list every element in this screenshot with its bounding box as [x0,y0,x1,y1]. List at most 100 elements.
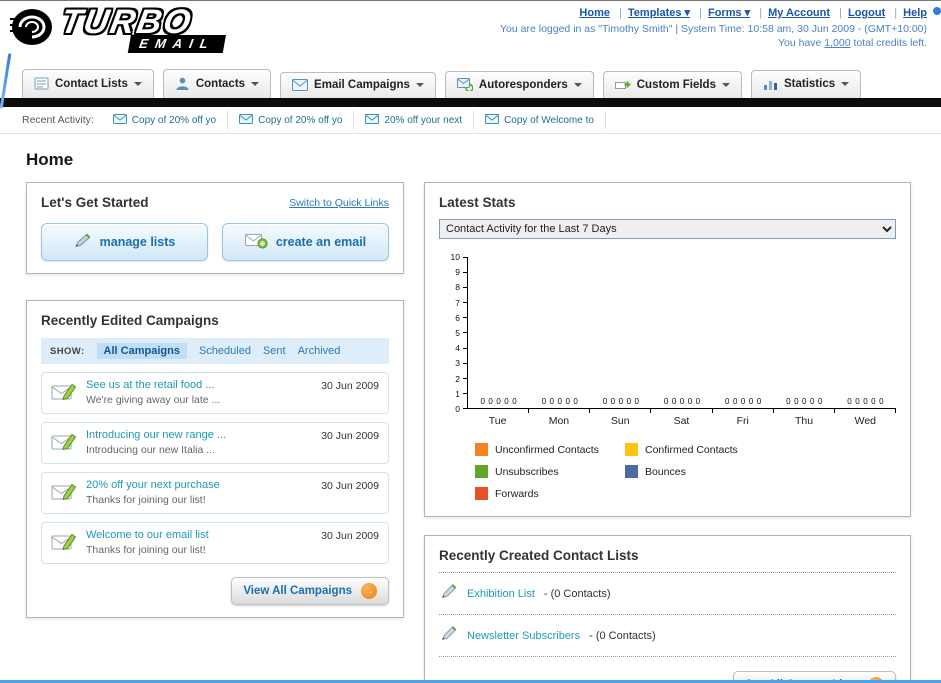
create-email-label: create an email [275,235,367,249]
legend-label: Unconfirmed Contacts [495,443,599,456]
chart-value-labels: 00000 [847,397,884,406]
legend-swatch [625,465,638,478]
campaign-filter-tabs: SHOW: All Campaigns Scheduled Sent Archi… [41,338,389,364]
recent-contact-lists-panel: Recently Created Contact Lists Exhibitio… [424,535,911,683]
envelope-pencil-icon [51,431,77,457]
email-icon [485,111,500,129]
pencil-icon [441,583,458,604]
page-title: Home [26,150,74,169]
chart-y-tick-label: 7 [455,297,460,308]
contact-list-count: - (0 Contacts) [589,629,656,642]
tab-autoresponders[interactable]: Autoresponders [444,71,594,98]
campaign-list-item[interactable]: 20% off your next purchase Thanks for jo… [41,472,389,514]
filter-tab-sent[interactable]: Sent [263,345,286,357]
recent-contact-lists-title: Recently Created Contact Lists [439,548,896,573]
top-nav-link[interactable]: Help [903,7,927,19]
tab-statistics[interactable]: Statistics [750,70,862,98]
recent-activity-link[interactable]: Copy of 20% off yo [258,115,342,126]
latest-stats-title: Latest Stats [439,195,516,210]
campaign-list-item[interactable]: Welcome to our email list Thanks for joi… [41,522,389,564]
tab-email-campaigns[interactable]: Email Campaigns [280,72,436,98]
chart-bar-group: 00000 [713,257,774,413]
contact-list-name-link[interactable]: Newsletter Subscribers [467,630,580,642]
filter-tab-all-campaigns[interactable]: All Campaigns [96,343,187,359]
campaign-subtitle: We're giving away our late ... [86,394,221,406]
header-meta: Home Templates ▾ Forms ▾ My Account Logo… [500,6,927,49]
legend-item: Unsubscribes [475,465,625,478]
campaign-list-item[interactable]: Introducing our new range ... Introducin… [41,422,389,464]
contact-list-item[interactable]: Exhibition List - (0 Contacts) [439,573,896,615]
credits-value-link[interactable]: 1,000 [824,37,850,49]
recent-activity-item[interactable]: Copy of 20% off yo [228,111,355,129]
chart-bar-group: 00000 [590,257,652,413]
contact-list-name-link[interactable]: Exhibition List [467,588,535,600]
arrow-right-icon: → [361,583,377,599]
campaign-title-link[interactable]: Introducing our new range ... [86,429,312,441]
tab-label: Autoresponders [478,78,568,91]
top-nav-link[interactable]: Templates ▾ [628,7,690,19]
view-all-campaigns-button[interactable]: View All Campaigns → [231,577,389,605]
recent-activity-link[interactable]: Copy of Welcome to [504,115,594,126]
show-label: SHOW: [50,345,85,357]
chart-x-tick-label: Sun [610,415,630,427]
chart-y-tick-label: 3 [455,358,460,369]
top-nav-link[interactable]: Logout [848,7,885,19]
custom-fields-icon [614,78,631,91]
recent-activity-bar: Recent Activity: Copy of 20% off yo Copy… [0,107,941,134]
recent-activity-item[interactable]: 20% off your next [354,111,475,129]
recent-activity-link[interactable]: 20% off your next [384,115,462,126]
legend-item: Forwards [475,487,625,500]
contact-activity-chart: 10 9 8 7 6 5 4 3 2 1 0 0 0 0 0 0 0 0 0 0… [439,252,897,500]
recent-activity-link[interactable]: Copy of 20% off yo [132,115,216,126]
campaign-title-link[interactable]: See us at the retail food ... [86,379,312,391]
campaign-title-link[interactable]: Welcome to our email list [86,529,312,541]
chart-bar-group: 00000 [774,257,835,413]
tab-contact-lists[interactable]: Contact Lists [22,69,154,98]
chart-x-tick-label: Wed [854,415,877,427]
filter-tab-scheduled[interactable]: Scheduled [199,345,251,357]
chart-value-labels: 00000 [725,397,762,406]
recent-campaigns-panel: Recently Edited Campaigns SHOW: All Camp… [26,300,404,618]
create-email-button[interactable]: create an email [222,223,389,261]
view-all-campaigns-label: View All Campaigns [243,585,352,597]
top-nav-link[interactable]: Forms ▾ [708,7,750,19]
credits-suffix: total credits left. [850,37,927,49]
logo-text-email: EMAIL [127,35,227,53]
tab-contacts[interactable]: Contacts [162,69,272,98]
chart-bar-group: 00000 [529,257,591,413]
chevron-down-icon [415,83,424,87]
legend-label: Forwards [495,487,539,500]
chart-value-labels: 00000 [786,397,823,406]
chart-y-tick-label: 6 [455,312,460,323]
main-nav: Contact Lists Contacts Email Campaigns A… [0,65,941,98]
credits-prefix: You have [777,37,825,49]
manage-lists-button[interactable]: manage lists [41,223,208,261]
login-info: You are logged in as "Timothy Smith" | S… [500,23,927,35]
legend-swatch [475,465,488,478]
switch-quick-links-link[interactable]: Switch to Quick Links [289,197,389,209]
tab-custom-fields[interactable]: Custom Fields [602,71,742,98]
stats-period-select[interactable]: Contact Activity for the Last 7 Days [439,219,896,239]
top-nav-link[interactable]: My Account [768,7,830,19]
legend-swatch [475,487,488,500]
top-nav-link[interactable]: Home [579,7,610,19]
main-content: Home Let's Get Started Switch to Quick L… [0,134,941,683]
logo-swirl-icon [10,6,56,53]
chevron-down-icon [133,81,142,86]
campaign-title-link[interactable]: 20% off your next purchase [86,479,312,491]
campaign-subtitle: Introducing our new Italia ... [86,444,215,456]
chart-value-labels: 00000 [541,397,578,406]
campaign-date: 30 Jun 2009 [321,480,379,492]
filter-tab-archived[interactable]: Archived [298,345,341,357]
chevron-down-icon [251,81,260,86]
email-icon [112,111,127,129]
campaign-date: 30 Jun 2009 [321,530,379,542]
tab-label: Statistics [783,78,836,90]
recent-activity-item[interactable]: Copy of Welcome to [474,111,606,129]
recent-activity-item[interactable]: Copy of 20% off yo [102,111,229,129]
chart-value-labels: 00000 [663,397,701,406]
contact-list-item[interactable]: Newsletter Subscribers - (0 Contacts) [439,615,896,657]
campaign-list-item[interactable]: See us at the retail food ... We're givi… [41,372,389,414]
legend-item: Confirmed Contacts [625,443,775,456]
campaign-subtitle: Thanks for joining our list! [86,544,206,556]
